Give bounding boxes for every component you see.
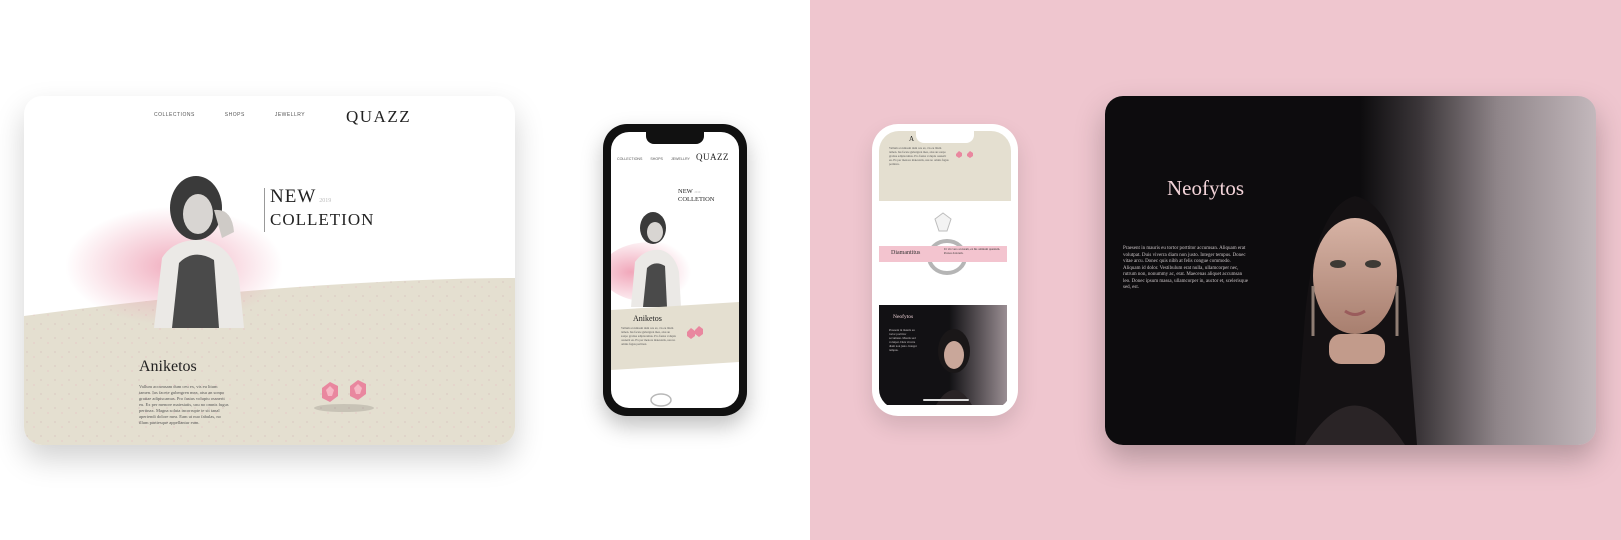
hero-year: 2019 <box>694 190 701 194</box>
dark-text: Praesent in mauris eu tortor porttitor a… <box>889 328 917 352</box>
nav-jewellry[interactable]: JEWELLRY <box>671 157 690 161</box>
hero-title: NEW 2019 COLLETION <box>678 188 714 204</box>
nav-shops[interactable]: SHOPS <box>650 157 663 161</box>
brand-logo[interactable]: QUAZZ <box>696 152 729 162</box>
phone-screen: COLLECTIONS SHOPS JEWELLRY QUAZZ NEW 201… <box>611 132 739 408</box>
tablet-mockup-home: COLLECTIONS SHOPS JEWELLRY QUAZZ NEW 2019… <box>24 96 515 445</box>
phone-mockup-products: A Vallum accumsam dum ceu ex, vis eu lit… <box>872 124 1018 416</box>
phone-mockup-home: COLLECTIONS SHOPS JEWELLRY QUAZZ NEW 201… <box>603 124 747 416</box>
phone-screen-art <box>611 212 739 407</box>
title-divider <box>264 188 265 232</box>
earrings-photo[interactable] <box>955 149 977 159</box>
nav-collections[interactable]: COLLECTIONS <box>154 112 195 118</box>
hero-title-line1: NEW <box>270 186 317 207</box>
nav-shops[interactable]: SHOPS <box>225 112 245 118</box>
product-description: Vallum accumsam dum ceu ex, vis eu litum… <box>139 384 229 425</box>
hero-title-line2: COLLETION <box>678 196 715 203</box>
hero-year: 2019 <box>319 198 332 204</box>
model-portrait <box>936 329 972 405</box>
page-title: Neofytos <box>1167 176 1244 200</box>
tablet-mockup-dark: Neofytos Praesent in mauris eu tortor po… <box>1105 96 1596 445</box>
product-heading: Aniketos <box>633 314 662 323</box>
hero-title-line1: NEW <box>678 188 693 195</box>
hero-title: NEW 2019 COLLETION <box>270 186 374 230</box>
phone-notch <box>646 132 704 144</box>
phone-screen: A Vallum accumsam dum ceu ex, vis eu lit… <box>879 131 1011 409</box>
product-description: Vallum accumsam dum ceu ex, vis eu litum… <box>889 146 949 166</box>
product-description: Vallum accumsam dum ceu ex, vis eu litum… <box>621 326 676 346</box>
ring-photo[interactable] <box>919 209 969 279</box>
earrings-photo[interactable] <box>304 374 384 414</box>
phone-notch <box>916 131 974 143</box>
dark-heading: Neofytos <box>893 314 914 320</box>
nav-jewellry[interactable]: JEWELLRY <box>275 112 305 118</box>
product-heading: Aniketos <box>139 358 197 375</box>
home-indicator <box>923 399 969 401</box>
model-photo <box>154 176 244 328</box>
diamond-text: Ut vix vero accusam, ex his omnium quant… <box>944 247 1001 255</box>
page-description: Praesent in mauris eu tortor porttitor a… <box>1123 246 1248 290</box>
section-heading-cut: A <box>909 135 915 143</box>
brand-logo[interactable]: QUAZZ <box>346 107 411 127</box>
model-portrait <box>1295 196 1417 445</box>
nav-collections[interactable]: COLLECTIONS <box>617 157 642 161</box>
diamond-label: Diamantitus <box>891 250 921 256</box>
hero-title-line2: COLLETION <box>270 210 375 229</box>
